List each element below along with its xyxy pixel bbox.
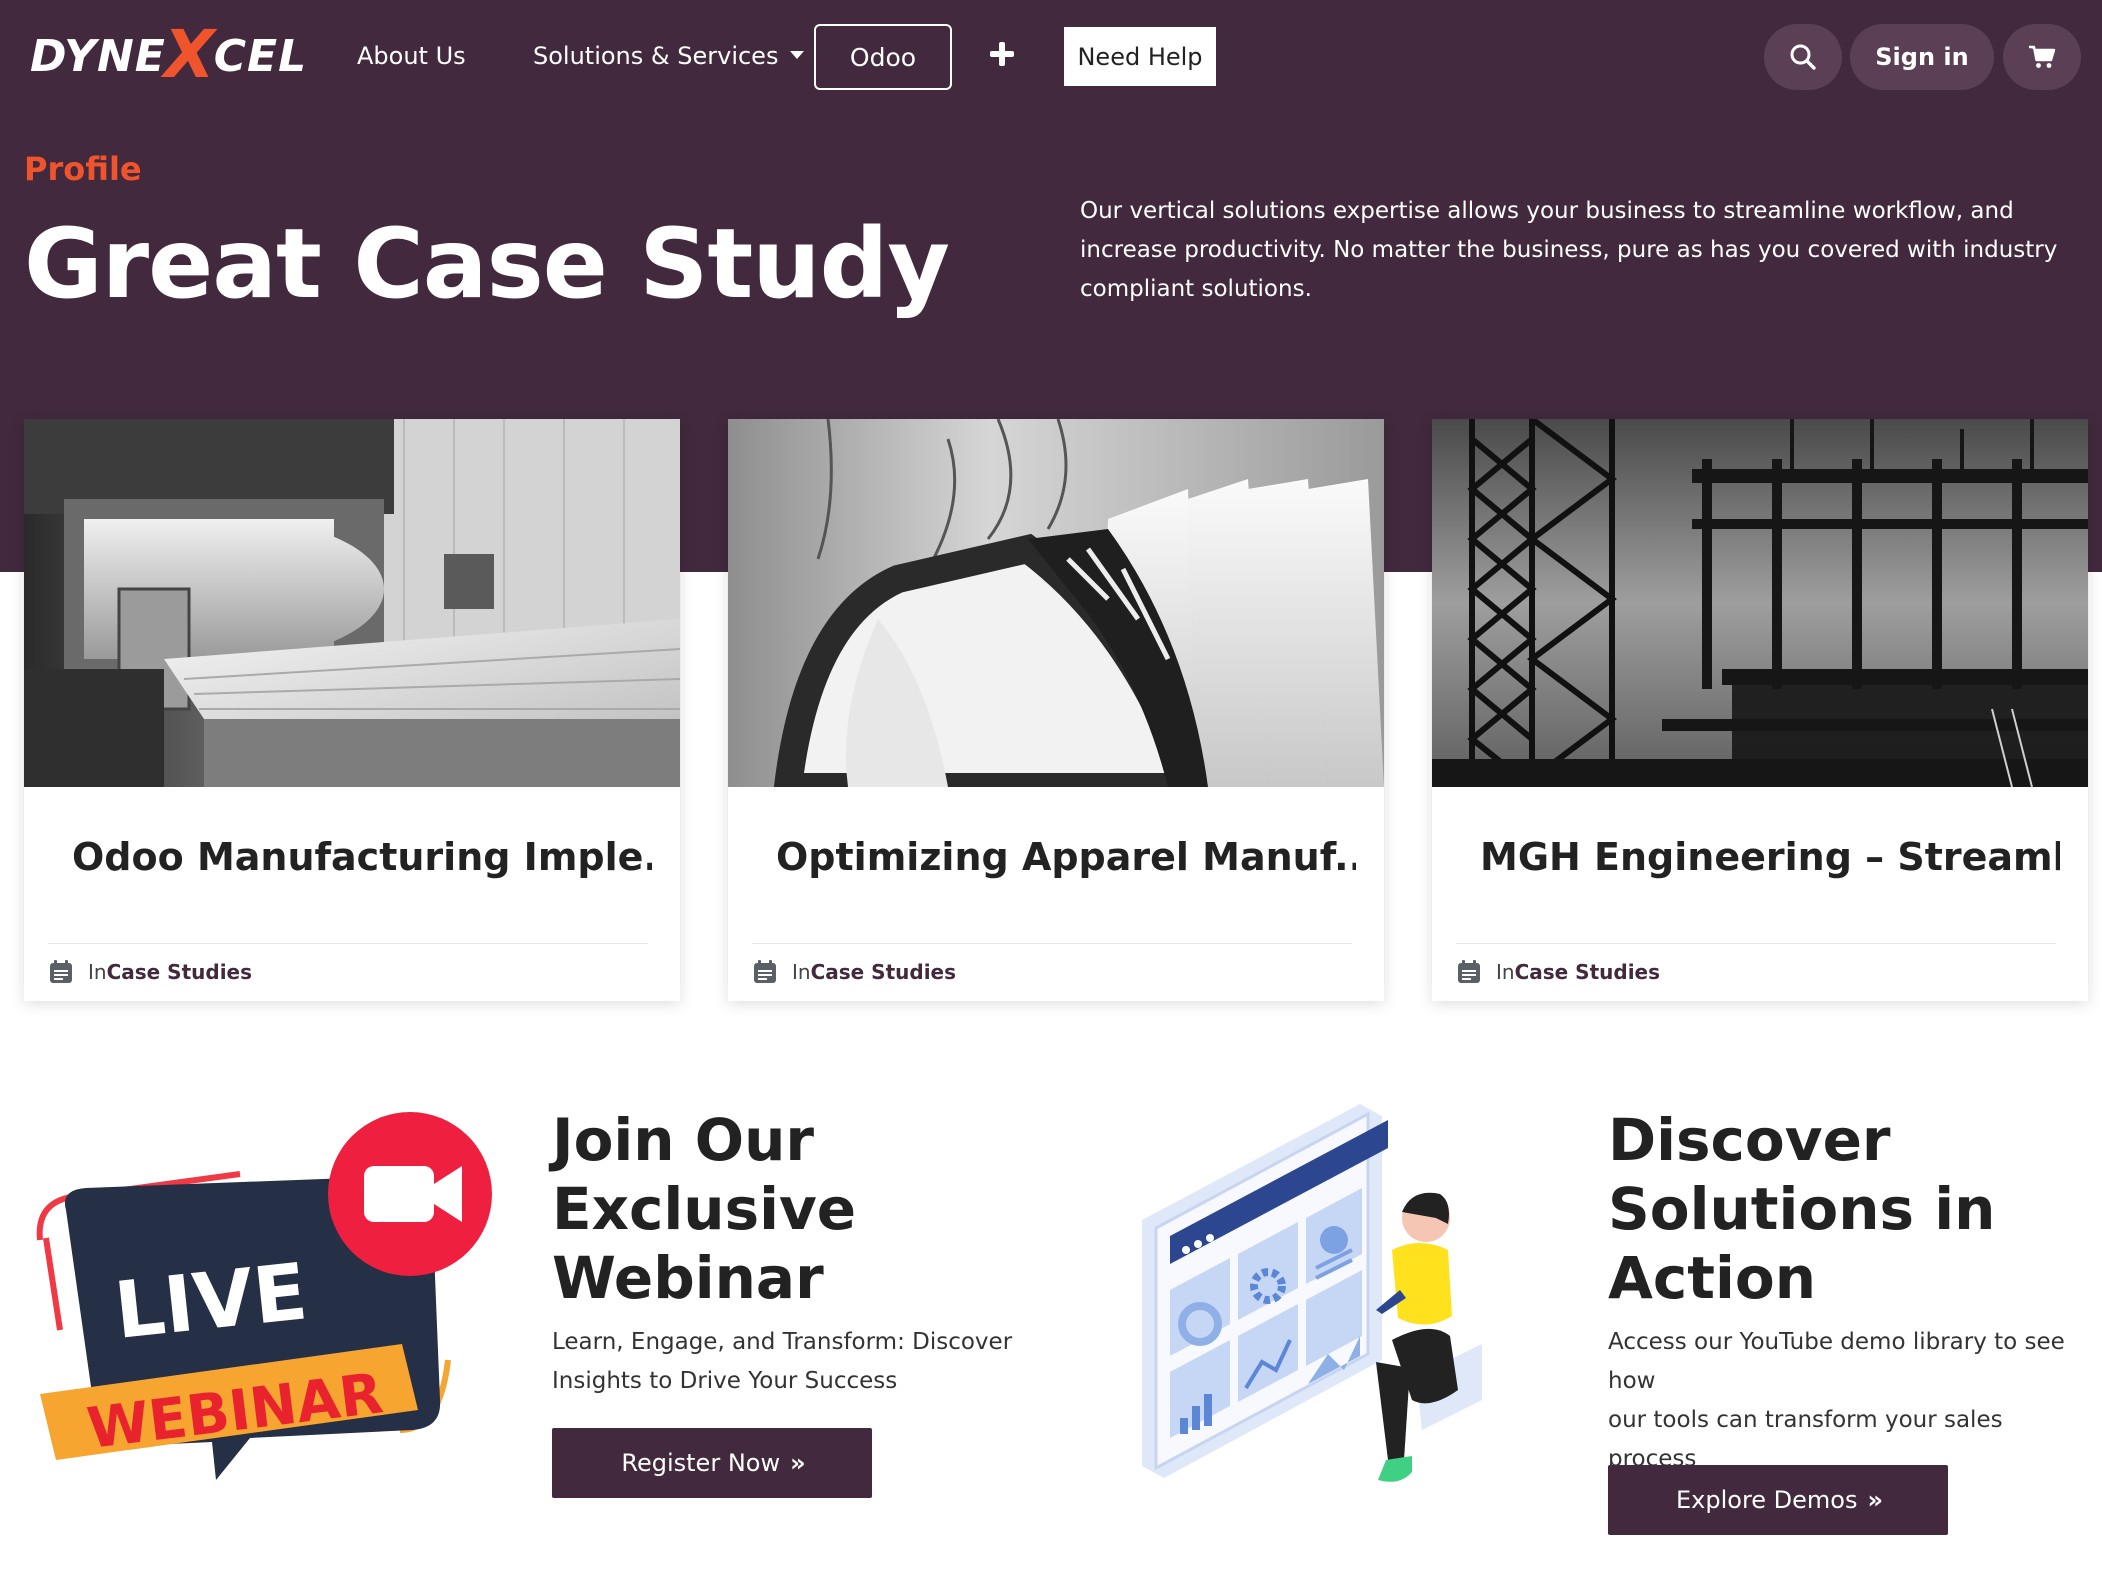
- webinar-title: Join Our Exclusive Webinar: [552, 1106, 856, 1313]
- plus-icon[interactable]: [988, 40, 1016, 68]
- demos-title: Discover Solutions in Action: [1608, 1106, 1995, 1313]
- card-category-link[interactable]: Case Studies: [1515, 960, 1660, 984]
- card-image-apparel[interactable]: [728, 419, 1384, 787]
- calendar-icon: [754, 960, 776, 983]
- dashboard-illustration: [1142, 1104, 1482, 1482]
- card-divider: [1456, 943, 2056, 944]
- card-meta-in: In: [792, 960, 811, 984]
- webinar-desc-line1: Learn, Engage, and Transform: Discover: [552, 1329, 1013, 1355]
- case-study-card[interactable]: Odoo Manufacturing Imple... In Case Studi…: [24, 419, 680, 1001]
- nav-solutions-label: Solutions & Services: [533, 42, 779, 70]
- nav-solutions-services[interactable]: Solutions & Services: [533, 32, 805, 80]
- card-meta-in: In: [1496, 960, 1515, 984]
- nav-about-us[interactable]: About Us: [357, 32, 466, 80]
- cart-button[interactable]: [2003, 24, 2081, 90]
- logo-text-right: CEL: [213, 30, 308, 82]
- card-title[interactable]: Odoo Manufacturing Imple...: [72, 835, 652, 879]
- live-webinar-badge: LIVE WEBINAR: [36, 1112, 492, 1480]
- top-navbar: DYNE X CEL About Us Solutions & Services O…: [0, 0, 2102, 114]
- webinar-title-line1: Join Our: [552, 1106, 814, 1174]
- card-meta-in: In: [88, 960, 107, 984]
- chevron-double-right-icon: »: [1867, 1486, 1882, 1514]
- card-image-manufacturing[interactable]: [24, 419, 680, 787]
- card-category-link[interactable]: Case Studies: [107, 960, 252, 984]
- webinar-desc-line2: Insights to Drive Your Success: [552, 1368, 898, 1394]
- search-button[interactable]: [1764, 24, 1842, 90]
- register-now-button[interactable]: Register Now »: [552, 1428, 872, 1498]
- card-meta: In Case Studies: [752, 957, 956, 987]
- card-image-engineering[interactable]: [1432, 419, 2088, 787]
- logo-text-left: DYNE: [30, 30, 166, 82]
- card-meta: In Case Studies: [1456, 957, 1660, 987]
- demos-desc-line1: Access our YouTube demo library to see h…: [1608, 1329, 2065, 1394]
- card-divider: [752, 943, 1352, 944]
- odoo-button[interactable]: Odoo: [814, 24, 952, 90]
- demos-title-line3: Action: [1608, 1244, 1817, 1312]
- explore-demos-label: Explore Demos: [1675, 1486, 1858, 1514]
- calendar-icon: [50, 960, 72, 983]
- webinar-title-line2: Exclusive: [552, 1175, 857, 1243]
- card-divider: [48, 943, 648, 944]
- card-title[interactable]: Optimizing Apparel Manuf...: [776, 835, 1356, 879]
- cart-icon: [2029, 45, 2056, 68]
- chevron-down-icon: [790, 51, 805, 59]
- chevron-double-right-icon: »: [790, 1449, 805, 1477]
- sign-in-button[interactable]: Sign in: [1850, 24, 1994, 90]
- need-help-button[interactable]: Need Help: [1064, 27, 1216, 86]
- demos-title-line2: Solutions in: [1608, 1175, 1996, 1243]
- hero-description: Our vertical solutions expertise allows …: [1080, 198, 2058, 302]
- calendar-icon: [1458, 960, 1480, 983]
- register-now-label: Register Now: [621, 1449, 781, 1477]
- card-title[interactable]: MGH Engineering – Streaml...: [1480, 835, 2060, 879]
- demos-title-line1: Discover: [1608, 1106, 1891, 1174]
- explore-demos-button[interactable]: Explore Demos »: [1608, 1465, 1948, 1535]
- webinar-title-line3: Webinar: [552, 1244, 824, 1312]
- card-meta: In Case Studies: [48, 957, 252, 987]
- case-study-card[interactable]: Optimizing Apparel Manuf... In Case Studi…: [728, 419, 1384, 1001]
- page-title: Great Case Study: [24, 208, 950, 320]
- hero-kicker: Profile: [24, 150, 142, 188]
- card-category-link[interactable]: Case Studies: [811, 960, 956, 984]
- case-study-card[interactable]: MGH Engineering – Streaml... In Case Stud…: [1432, 419, 2088, 1001]
- logo-x-mark: X: [163, 15, 216, 93]
- webinar-description: Learn, Engage, and Transform: Discover I…: [552, 1323, 1072, 1401]
- search-icon: [1790, 44, 1816, 70]
- dynexcel-logo[interactable]: DYNE X CEL: [30, 16, 308, 93]
